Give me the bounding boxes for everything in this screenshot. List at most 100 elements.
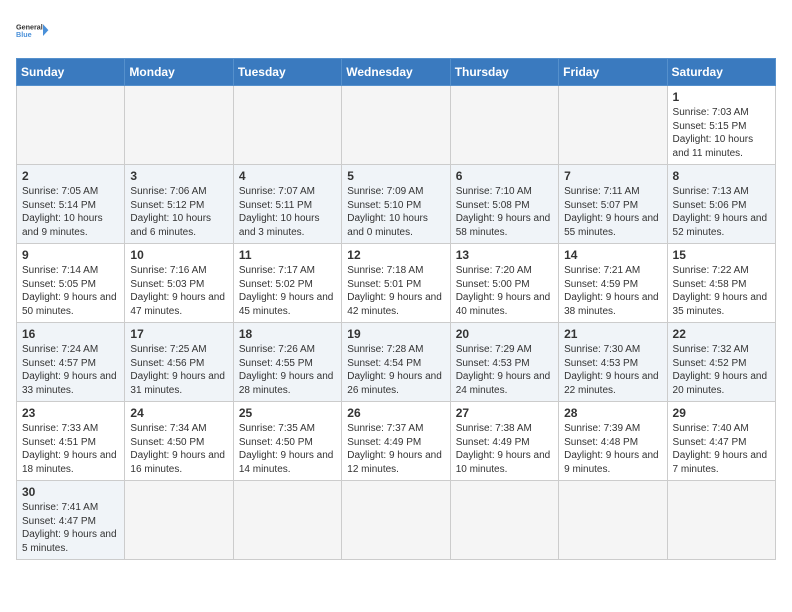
day-number: 11: [239, 248, 336, 262]
calendar-day-cell: 25 Sunrise: 7:35 AM Sunset: 4:50 PM Dayli…: [233, 402, 341, 481]
calendar-day-cell: 30Sunrise: 7:41 AM Sunset: 4:47 PM Dayli…: [17, 481, 125, 560]
calendar-day-cell: 1 Sunrise: 7:03 AM Sunset: 5:15 PM Daylig…: [667, 86, 775, 165]
calendar-day-cell: [450, 481, 558, 560]
calendar-day-cell: 19Sunrise: 7:28 AM Sunset: 4:54 PM Dayli…: [342, 323, 450, 402]
day-info: Sunrise: 7:40 AM Sunset: 4:47 PM Dayligh…: [673, 422, 770, 476]
weekday-header-row: SundayMondayTuesdayWednesdayThursdayFrid…: [17, 59, 776, 86]
calendar-week-row: 16 Sunrise: 7:24 AM Sunset: 4:57 PM Dayli…: [17, 323, 776, 402]
calendar-day-cell: 17Sunrise: 7:25 AM Sunset: 4:56 PM Dayli…: [125, 323, 233, 402]
day-info: Sunrise: 7:25 AM Sunset: 4:56 PM Dayligh…: [130, 343, 227, 397]
calendar-day-cell: 6 Sunrise: 7:10 AM Sunset: 5:08 PM Daylig…: [450, 165, 558, 244]
calendar-day-cell: 3Sunrise: 7:06 AM Sunset: 5:12 PM Daylig…: [125, 165, 233, 244]
calendar-day-cell: 26Sunrise: 7:37 AM Sunset: 4:49 PM Dayli…: [342, 402, 450, 481]
calendar-day-cell: 12 Sunrise: 7:18 AM Sunset: 5:01 PM Dayli…: [342, 244, 450, 323]
calendar-table: SundayMondayTuesdayWednesdayThursdayFrid…: [16, 58, 776, 560]
day-info: Sunrise: 7:38 AM Sunset: 4:49 PM Dayligh…: [456, 422, 553, 476]
day-info: Sunrise: 7:32 AM Sunset: 4:52 PM Dayligh…: [673, 343, 770, 397]
calendar-day-cell: 7Sunrise: 7:11 AM Sunset: 5:07 PM Daylig…: [559, 165, 667, 244]
day-number: 14: [564, 248, 661, 262]
weekday-header-monday: Monday: [125, 59, 233, 86]
calendar-day-cell: 8 Sunrise: 7:13 AM Sunset: 5:06 PM Daylig…: [667, 165, 775, 244]
day-info: Sunrise: 7:10 AM Sunset: 5:08 PM Dayligh…: [456, 185, 553, 239]
day-info: Sunrise: 7:05 AM Sunset: 5:14 PM Dayligh…: [22, 185, 119, 239]
day-number: 25: [239, 406, 336, 420]
calendar-day-cell: 11 Sunrise: 7:17 AM Sunset: 5:02 PM Dayli…: [233, 244, 341, 323]
calendar-day-cell: 20 Sunrise: 7:29 AM Sunset: 4:53 PM Dayli…: [450, 323, 558, 402]
calendar-day-cell: 15 Sunrise: 7:22 AM Sunset: 4:58 PM Dayli…: [667, 244, 775, 323]
calendar-day-cell: 16 Sunrise: 7:24 AM Sunset: 4:57 PM Dayli…: [17, 323, 125, 402]
calendar-day-cell: 21Sunrise: 7:30 AM Sunset: 4:53 PM Dayli…: [559, 323, 667, 402]
day-number: 3: [130, 169, 227, 183]
calendar-day-cell: 23 Sunrise: 7:33 AM Sunset: 4:51 PM Dayli…: [17, 402, 125, 481]
calendar-day-cell: 22 Sunrise: 7:32 AM Sunset: 4:52 PM Dayli…: [667, 323, 775, 402]
calendar-day-cell: [233, 86, 341, 165]
day-number: 5: [347, 169, 444, 183]
day-info: Sunrise: 7:18 AM Sunset: 5:01 PM Dayligh…: [347, 264, 444, 318]
day-number: 20: [456, 327, 553, 341]
weekday-header-thursday: Thursday: [450, 59, 558, 86]
day-info: Sunrise: 7:24 AM Sunset: 4:57 PM Dayligh…: [22, 343, 119, 397]
calendar-day-cell: 4Sunrise: 7:07 AM Sunset: 5:11 PM Daylig…: [233, 165, 341, 244]
day-number: 16: [22, 327, 119, 341]
day-number: 2: [22, 169, 119, 183]
page-header: GeneralBlue: [16, 16, 776, 46]
calendar-day-cell: 28 Sunrise: 7:39 AM Sunset: 4:48 PM Dayli…: [559, 402, 667, 481]
calendar-week-row: 2 Sunrise: 7:05 AM Sunset: 5:14 PM Daylig…: [17, 165, 776, 244]
day-info: Sunrise: 7:03 AM Sunset: 5:15 PM Dayligh…: [673, 106, 770, 160]
day-info: Sunrise: 7:26 AM Sunset: 4:55 PM Dayligh…: [239, 343, 336, 397]
day-number: 19: [347, 327, 444, 341]
logo-icon: GeneralBlue: [16, 16, 52, 46]
calendar-week-row: 30Sunrise: 7:41 AM Sunset: 4:47 PM Dayli…: [17, 481, 776, 560]
calendar-day-cell: 27Sunrise: 7:38 AM Sunset: 4:49 PM Dayli…: [450, 402, 558, 481]
day-info: Sunrise: 7:37 AM Sunset: 4:49 PM Dayligh…: [347, 422, 444, 476]
calendar-day-cell: [450, 86, 558, 165]
day-number: 6: [456, 169, 553, 183]
day-number: 4: [239, 169, 336, 183]
day-number: 22: [673, 327, 770, 341]
calendar-day-cell: 29 Sunrise: 7:40 AM Sunset: 4:47 PM Dayli…: [667, 402, 775, 481]
calendar-day-cell: 2 Sunrise: 7:05 AM Sunset: 5:14 PM Daylig…: [17, 165, 125, 244]
day-info: Sunrise: 7:35 AM Sunset: 4:50 PM Dayligh…: [239, 422, 336, 476]
calendar-day-cell: [559, 86, 667, 165]
day-info: Sunrise: 7:17 AM Sunset: 5:02 PM Dayligh…: [239, 264, 336, 318]
day-number: 1: [673, 90, 770, 104]
day-info: Sunrise: 7:20 AM Sunset: 5:00 PM Dayligh…: [456, 264, 553, 318]
calendar-day-cell: [342, 86, 450, 165]
day-number: 9: [22, 248, 119, 262]
day-number: 8: [673, 169, 770, 183]
calendar-day-cell: 14Sunrise: 7:21 AM Sunset: 4:59 PM Dayli…: [559, 244, 667, 323]
weekday-header-tuesday: Tuesday: [233, 59, 341, 86]
calendar-week-row: 23 Sunrise: 7:33 AM Sunset: 4:51 PM Dayli…: [17, 402, 776, 481]
calendar-week-row: 1 Sunrise: 7:03 AM Sunset: 5:15 PM Daylig…: [17, 86, 776, 165]
day-number: 28: [564, 406, 661, 420]
calendar-day-cell: [559, 481, 667, 560]
calendar-day-cell: 18Sunrise: 7:26 AM Sunset: 4:55 PM Dayli…: [233, 323, 341, 402]
logo: GeneralBlue: [16, 16, 52, 46]
calendar-day-cell: [233, 481, 341, 560]
weekday-header-saturday: Saturday: [667, 59, 775, 86]
day-number: 29: [673, 406, 770, 420]
day-info: Sunrise: 7:22 AM Sunset: 4:58 PM Dayligh…: [673, 264, 770, 318]
day-number: 23: [22, 406, 119, 420]
calendar-day-cell: [125, 86, 233, 165]
day-info: Sunrise: 7:11 AM Sunset: 5:07 PM Dayligh…: [564, 185, 661, 239]
calendar-week-row: 9 Sunrise: 7:14 AM Sunset: 5:05 PM Daylig…: [17, 244, 776, 323]
calendar-day-cell: 9 Sunrise: 7:14 AM Sunset: 5:05 PM Daylig…: [17, 244, 125, 323]
day-info: Sunrise: 7:41 AM Sunset: 4:47 PM Dayligh…: [22, 501, 119, 555]
day-info: Sunrise: 7:33 AM Sunset: 4:51 PM Dayligh…: [22, 422, 119, 476]
day-number: 15: [673, 248, 770, 262]
day-info: Sunrise: 7:29 AM Sunset: 4:53 PM Dayligh…: [456, 343, 553, 397]
calendar-day-cell: [667, 481, 775, 560]
calendar-day-cell: 10Sunrise: 7:16 AM Sunset: 5:03 PM Dayli…: [125, 244, 233, 323]
day-number: 12: [347, 248, 444, 262]
calendar-day-cell: 13Sunrise: 7:20 AM Sunset: 5:00 PM Dayli…: [450, 244, 558, 323]
weekday-header-wednesday: Wednesday: [342, 59, 450, 86]
day-info: Sunrise: 7:14 AM Sunset: 5:05 PM Dayligh…: [22, 264, 119, 318]
day-number: 21: [564, 327, 661, 341]
day-info: Sunrise: 7:13 AM Sunset: 5:06 PM Dayligh…: [673, 185, 770, 239]
weekday-header-sunday: Sunday: [17, 59, 125, 86]
day-info: Sunrise: 7:39 AM Sunset: 4:48 PM Dayligh…: [564, 422, 661, 476]
day-number: 24: [130, 406, 227, 420]
day-info: Sunrise: 7:09 AM Sunset: 5:10 PM Dayligh…: [347, 185, 444, 239]
day-number: 10: [130, 248, 227, 262]
